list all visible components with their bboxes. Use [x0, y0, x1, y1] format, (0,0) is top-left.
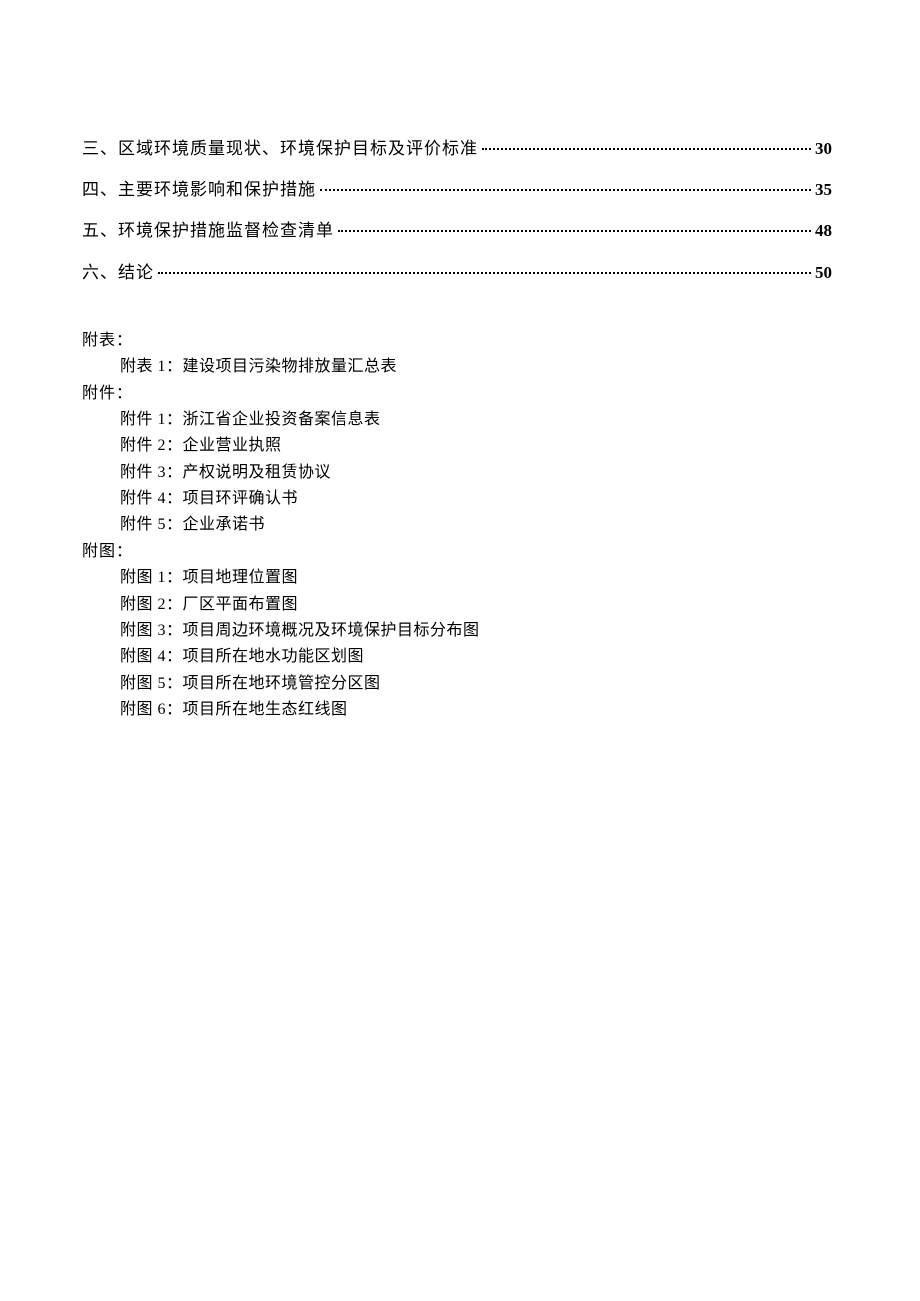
toc-entry: 五、环境保护措施监督检查清单 48 [82, 217, 832, 244]
toc-leader-dots [338, 230, 811, 232]
appendix-attachment-item: 附件 3：产权说明及租赁协议 [82, 460, 832, 486]
toc-entry: 三、区域环境质量现状、环境保护目标及评价标准 30 [82, 135, 832, 162]
appendix-attachment-item: 附件 1：浙江省企业投资备案信息表 [82, 407, 832, 433]
appendix-tables-header: 附表： [82, 328, 832, 354]
appendix-figure-item: 附图 5：项目所在地环境管控分区图 [82, 671, 832, 697]
appendix-attachment-item: 附件 5：企业承诺书 [82, 512, 832, 538]
toc-entry-title: 五、环境保护措施监督检查清单 [82, 217, 334, 244]
appendix-figure-item: 附图 4：项目所在地水功能区划图 [82, 644, 832, 670]
toc-entry-page: 30 [815, 135, 832, 162]
table-of-contents: 三、区域环境质量现状、环境保护目标及评价标准 30 四、主要环境影响和保护措施 … [82, 135, 832, 286]
appendix-attachment-item: 附件 2：企业营业执照 [82, 433, 832, 459]
toc-entry-page: 35 [815, 176, 832, 203]
toc-entry-title: 六、结论 [82, 259, 154, 286]
toc-entry: 四、主要环境影响和保护措施 35 [82, 176, 832, 203]
toc-entry: 六、结论 50 [82, 259, 832, 286]
toc-entry-title: 三、区域环境质量现状、环境保护目标及评价标准 [82, 135, 478, 162]
toc-entry-page: 50 [815, 259, 832, 286]
toc-leader-dots [158, 272, 811, 274]
appendix-table-item: 附表 1：建设项目污染物排放量汇总表 [82, 354, 832, 380]
appendix-attachments-header: 附件： [82, 381, 832, 407]
toc-entry-page: 48 [815, 217, 832, 244]
appendix-figure-item: 附图 1：项目地理位置图 [82, 565, 832, 591]
appendix-figures-header: 附图： [82, 539, 832, 565]
appendix-list: 附表： 附表 1：建设项目污染物排放量汇总表 附件： 附件 1：浙江省企业投资备… [82, 328, 832, 724]
appendix-figure-item: 附图 6：项目所在地生态红线图 [82, 697, 832, 723]
appendix-figure-item: 附图 3：项目周边环境概况及环境保护目标分布图 [82, 618, 832, 644]
toc-entry-title: 四、主要环境影响和保护措施 [82, 176, 316, 203]
appendix-figure-item: 附图 2：厂区平面布置图 [82, 592, 832, 618]
appendix-attachment-item: 附件 4：项目环评确认书 [82, 486, 832, 512]
toc-leader-dots [482, 148, 811, 150]
toc-leader-dots [320, 189, 811, 191]
